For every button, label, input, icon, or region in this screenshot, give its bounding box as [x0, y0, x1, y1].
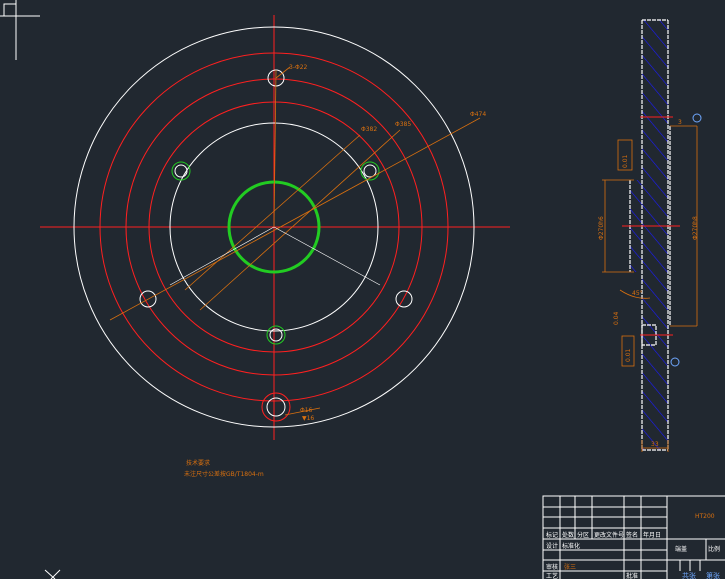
part-name: 端盖: [675, 545, 687, 553]
row-approve: 批准: [626, 572, 638, 579]
step-label: 3: [678, 119, 682, 126]
header-count: 处数: [562, 531, 574, 539]
tolerance-2: 0.04: [613, 311, 620, 325]
right-dia-label: Φ270h8: [692, 216, 699, 240]
header-sign: 签名: [626, 531, 638, 539]
bottom-hole-depth: ▼16: [302, 415, 314, 422]
tolerance-1: 0.01: [622, 154, 629, 168]
header-mark: 标记: [546, 531, 558, 539]
row-design: 设计: [546, 542, 558, 550]
row-standard: 标准化: [562, 542, 580, 550]
scale-label: 比例: [708, 545, 720, 553]
sheet-count: 共张: [682, 571, 696, 579]
crosshair-cursor-icon: [44, 569, 61, 579]
hole: [174, 164, 188, 178]
angle-label: 45°: [632, 290, 643, 297]
cad-drawing: 3-Φ22 Φ382 Φ385 Φ474 Φ16 ▼16 Φ270h6 Φ270…: [0, 0, 725, 579]
bottom-hole-label: Φ16: [300, 407, 313, 414]
notes-line-1: 未注尺寸公差按GB/T1804-m: [184, 470, 264, 478]
dia-label-3: Φ474: [470, 111, 486, 118]
datum-icon: [670, 357, 680, 367]
hole: [395, 290, 413, 308]
section-view: [602, 19, 698, 452]
header-zone: 分区: [577, 531, 589, 539]
drawer-name: 张三: [564, 563, 576, 571]
left-dia-label: Φ270h6: [598, 216, 605, 240]
ucs-icon: [0, 0, 40, 60]
holes-label: 3-Φ22: [289, 64, 308, 71]
front-view: [40, 15, 510, 440]
dia-label-2: Φ385: [395, 121, 411, 128]
dia-label-1: Φ382: [361, 126, 377, 133]
material-label: HT200: [695, 513, 715, 520]
header-date: 年月日: [643, 531, 661, 539]
roughness-icon: [692, 113, 702, 123]
row-review: 审核: [546, 563, 558, 571]
width-label: 33: [651, 441, 659, 448]
page-number: 第张: [706, 571, 720, 579]
hole: [363, 164, 377, 178]
notes-title: 技术要求: [186, 459, 210, 467]
row-craft: 工艺: [546, 572, 558, 579]
tolerance-3: 0.01: [625, 348, 632, 362]
header-doc: 更改文件号: [594, 531, 624, 539]
